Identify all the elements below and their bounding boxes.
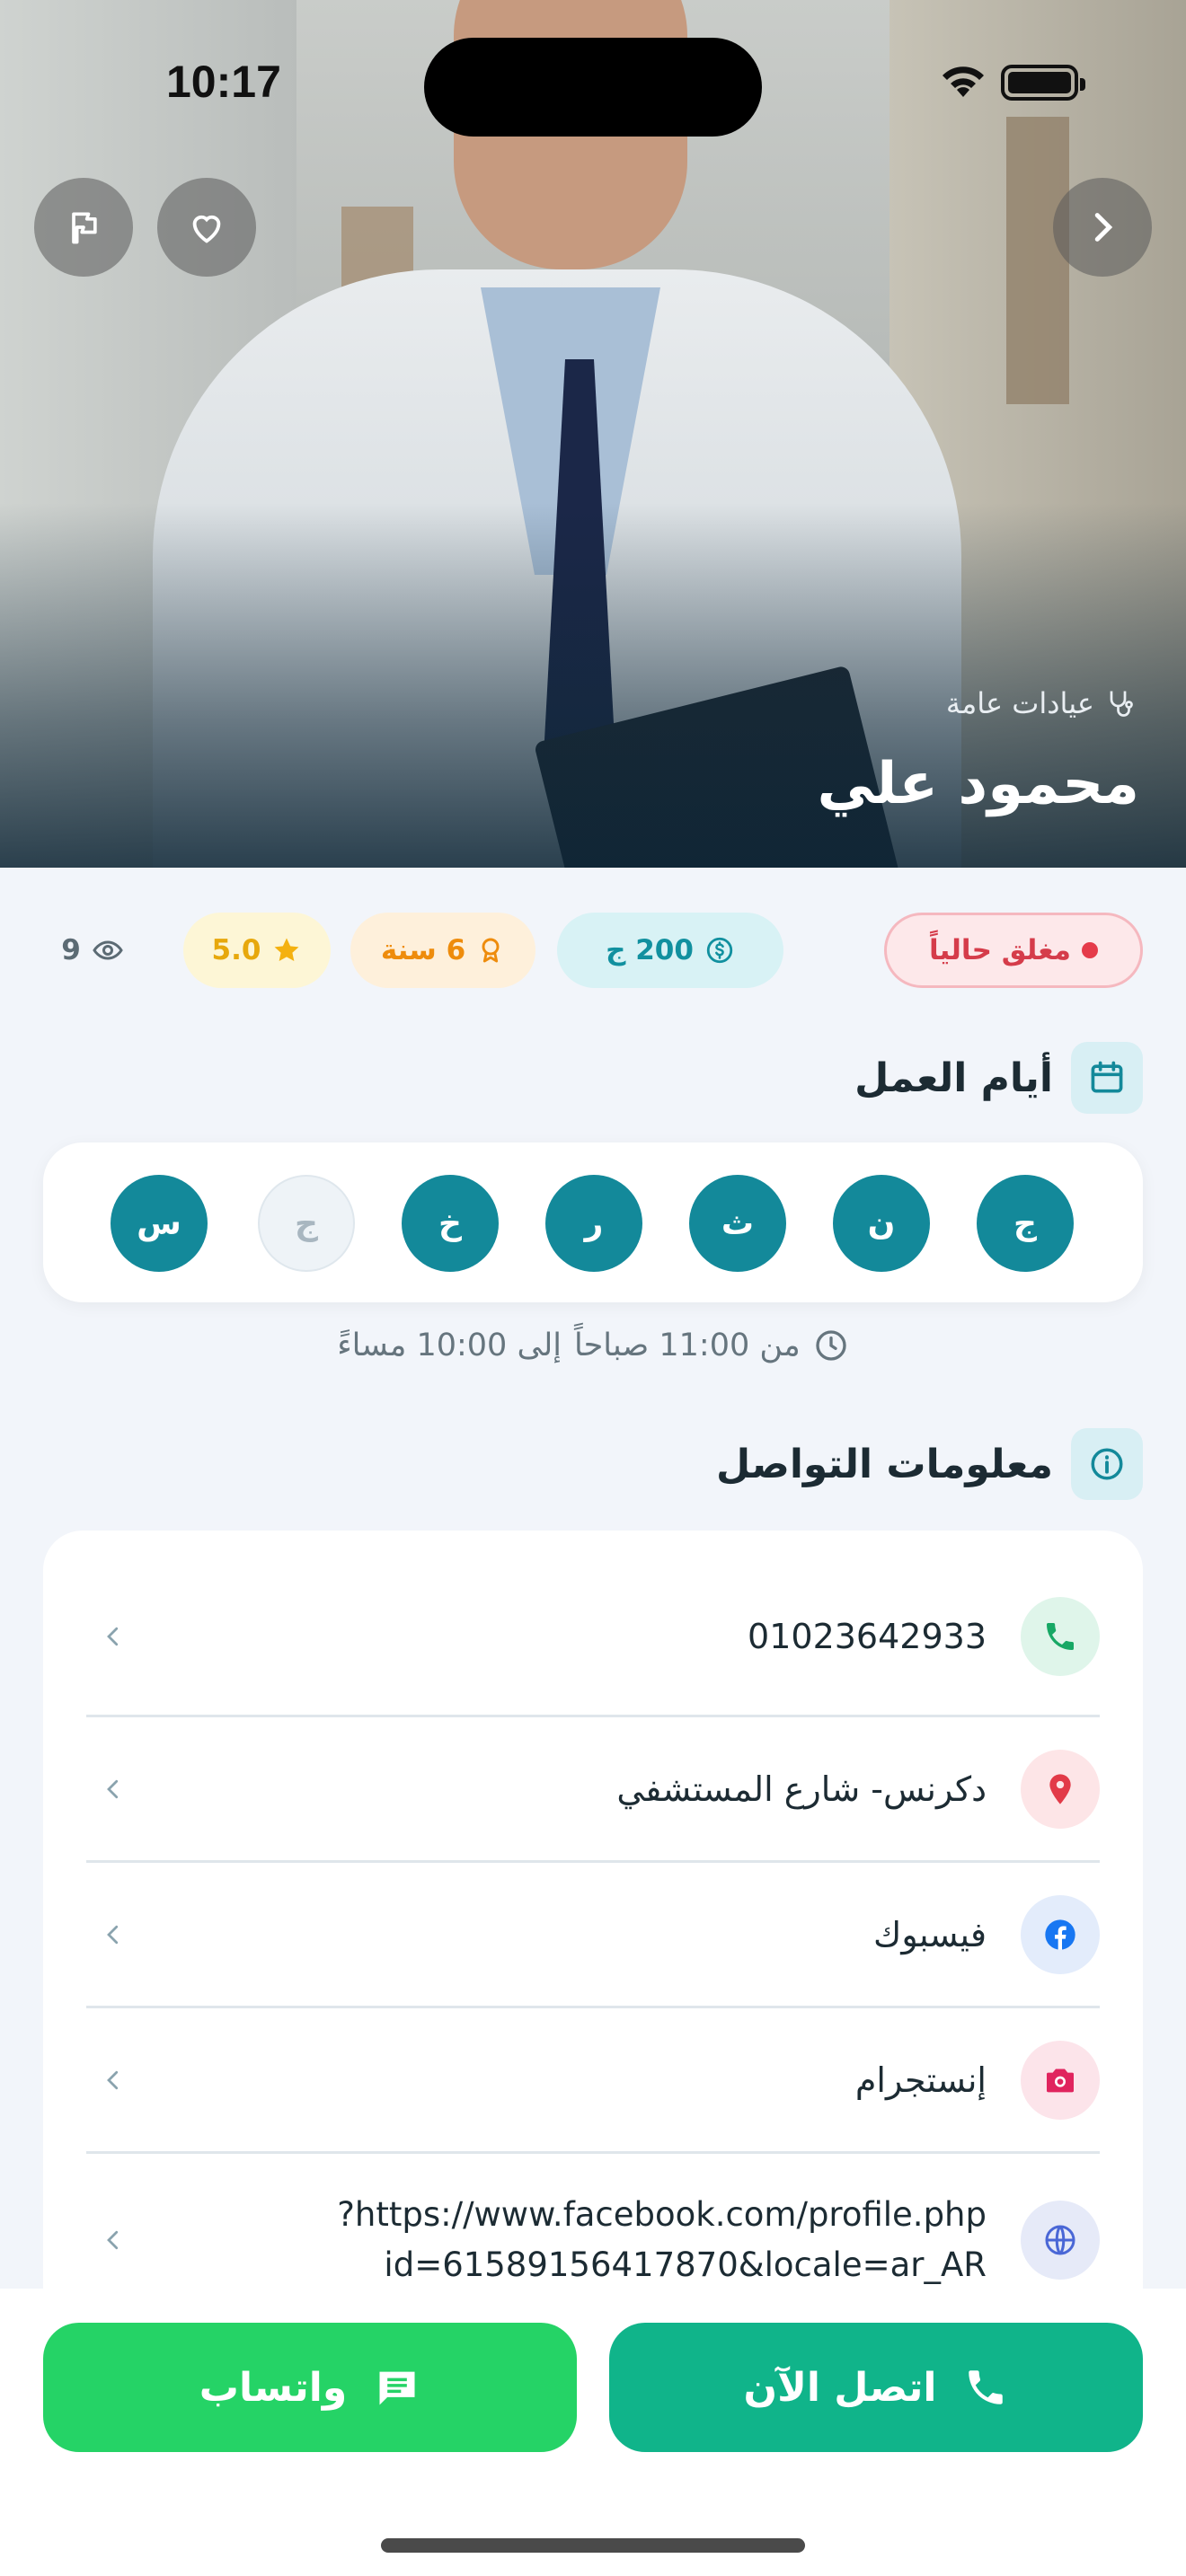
status-label: مغلق حالياً (929, 934, 1071, 966)
camera-icon (1047, 2069, 1074, 2092)
website-url: https://www.facebook.com/profile.php? id… (140, 2190, 987, 2290)
star-icon (275, 938, 299, 962)
doctor-category: عيادات عامة (946, 686, 1136, 720)
heart-icon (192, 215, 221, 243)
location-pin-icon (1049, 1773, 1071, 1804)
day-2: ن (833, 1175, 930, 1272)
rating-label: 5.0 (211, 934, 261, 966)
status-icons (938, 65, 1085, 101)
day-3: ث (689, 1175, 786, 1272)
working-hours: من 11:00 صباحاً إلى 10:00 مساءً (0, 1328, 1186, 1363)
home-indicator (381, 2538, 805, 2553)
day-4: ر (545, 1175, 642, 1272)
info-chips: مغلق حالياً 200 ج 6 سنة 5.0 9 (43, 913, 1143, 988)
phone-icon-box (1021, 1596, 1100, 1676)
dollar-icon (706, 937, 733, 964)
chevron-left-icon (107, 1925, 119, 1944)
bottom-action-bar: اتصل الآن واتساب (0, 2289, 1186, 2576)
website-url-line1: https://www.facebook.com/profile.php? (337, 2195, 987, 2234)
status-dot-icon (1082, 942, 1098, 958)
chevron-left-icon (107, 2070, 119, 2089)
phone-icon (969, 2370, 1004, 2404)
price-label: 200 ج (606, 934, 694, 966)
info-icon (1091, 1448, 1123, 1480)
contact-row-facebook[interactable]: فيسبوك (86, 1863, 1100, 2008)
website-url-line2: id=61589156417870&locale=ar_AR (384, 2245, 987, 2284)
chat-icon (379, 2371, 415, 2405)
clock-icon (816, 1330, 846, 1361)
phone-icon (1047, 1622, 1074, 1650)
info-icon-box (1071, 1428, 1143, 1500)
status-badge: مغلق حالياً (884, 913, 1143, 988)
instagram-label: إنستجرام (854, 2060, 987, 2100)
stethoscope-icon (1110, 691, 1133, 717)
category-label: عيادات عامة (945, 686, 1094, 720)
instagram-icon-box (1021, 2040, 1100, 2120)
experience-label: 6 سنة (380, 934, 466, 966)
price-chip: 200 ج (557, 913, 783, 988)
hours-to: إلى 10:00 مساءً (337, 1328, 562, 1363)
eye-icon (93, 940, 123, 960)
phone-number: 01023642933 (748, 1616, 987, 1656)
globe-icon-box (1021, 2201, 1100, 2280)
location-icon-box (1021, 1749, 1100, 1829)
globe-icon (1045, 2225, 1075, 2255)
report-button[interactable] (34, 178, 133, 277)
day-1: ج (977, 1175, 1074, 1272)
contact-title: معلومات التواصل (716, 1441, 1053, 1487)
day-6: ج (258, 1175, 355, 1272)
calendar-icon (1091, 1061, 1123, 1093)
work-days-header: أيام العمل (854, 1042, 1143, 1114)
rating-chip: 5.0 (183, 913, 331, 988)
hours-from: من 11:00 صباحاً (574, 1328, 801, 1363)
day-7: س (111, 1175, 208, 1272)
address: دكرنس- شارع المستشفي (616, 1769, 987, 1809)
dynamic-island (424, 38, 762, 137)
chevron-left-icon (107, 1627, 119, 1645)
day-5: خ (402, 1175, 499, 1272)
call-now-label: اتصل الآن (743, 2364, 937, 2411)
favorite-button[interactable] (157, 178, 256, 277)
flag-icon (72, 212, 97, 244)
contact-header: معلومات التواصل (716, 1428, 1143, 1500)
award-icon (482, 938, 500, 963)
facebook-icon (1045, 1919, 1075, 1950)
wifi-icon (943, 66, 984, 97)
chevron-right-icon (1094, 213, 1113, 242)
contact-row-address[interactable]: دكرنس- شارع المستشفي (86, 1717, 1100, 1863)
chevron-left-icon (107, 1779, 119, 1798)
contact-row-instagram[interactable]: إنستجرام (86, 2008, 1100, 2154)
chevron-left-icon (107, 2230, 119, 2250)
work-days-card: ج ن ث ر خ ج س (43, 1142, 1143, 1302)
whatsapp-button[interactable]: واتساب (43, 2323, 577, 2452)
whatsapp-label: واتساب (199, 2364, 348, 2411)
doctor-name: محمود علي (817, 751, 1140, 817)
experience-chip: 6 سنة (350, 913, 535, 988)
calendar-icon-box (1071, 1042, 1143, 1114)
back-button[interactable] (1053, 178, 1152, 277)
facebook-icon-box (1021, 1894, 1100, 1974)
facebook-label: فيسبوك (873, 1914, 987, 1954)
status-time: 10:17 (166, 57, 281, 107)
work-days-title: أيام العمل (854, 1054, 1053, 1101)
contact-row-phone[interactable]: 01023642933 (86, 1531, 1100, 1717)
battery-icon (1001, 65, 1085, 101)
views-chip: 9 (43, 913, 142, 988)
call-now-button[interactable]: اتصل الآن (609, 2323, 1143, 2452)
views-label: 9 (61, 934, 81, 966)
